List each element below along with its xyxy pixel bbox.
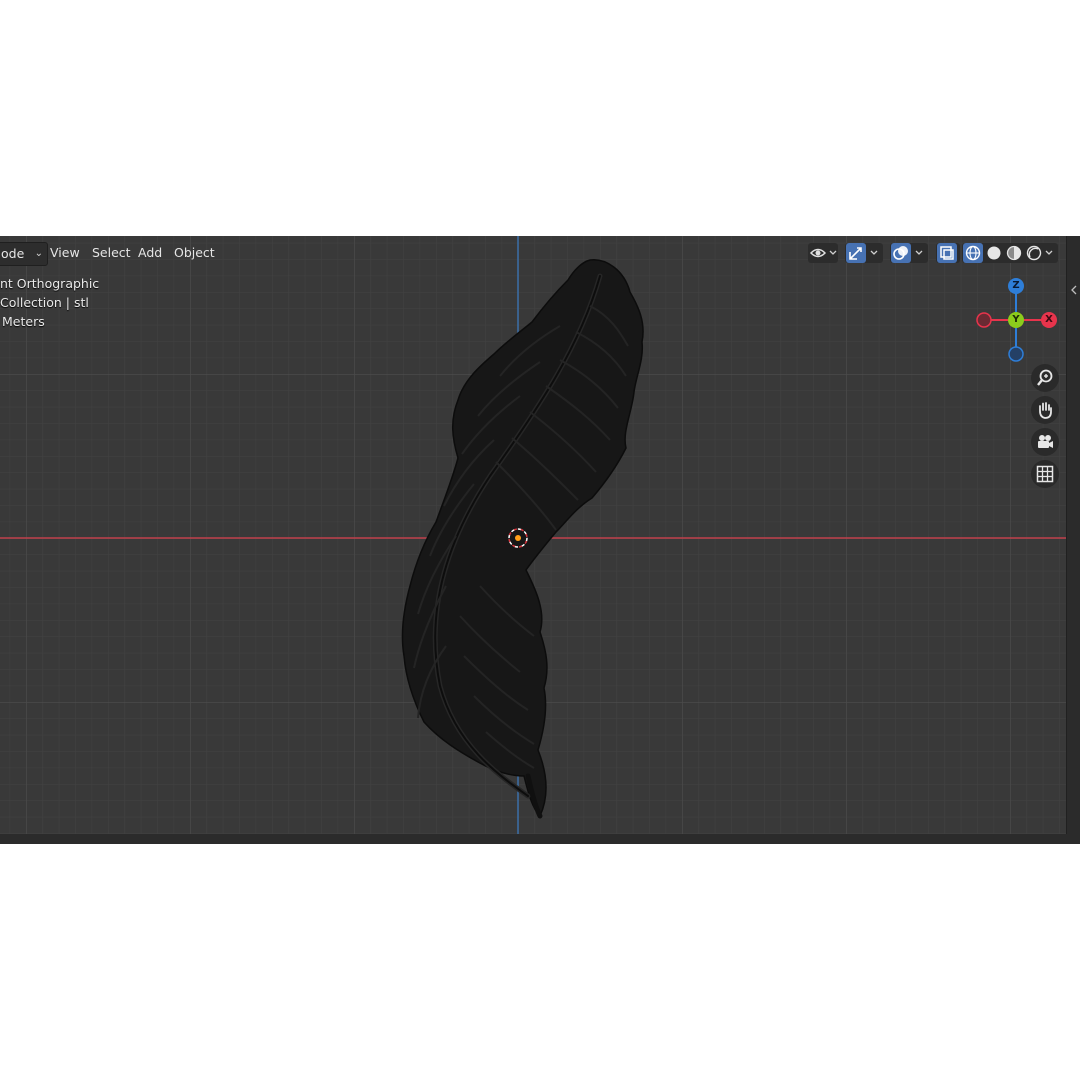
view-name-label: nt Orthographic (0, 276, 100, 291)
camera-icon (1038, 435, 1053, 448)
material-sphere-icon[interactable] (1004, 243, 1024, 263)
gizmo-x[interactable]: X (1041, 312, 1057, 328)
menu-add-label: Add (138, 245, 163, 260)
xray-icon (940, 246, 954, 260)
camera-view-button[interactable] (1031, 428, 1059, 456)
rendered-sphere-icon[interactable] (1024, 243, 1044, 263)
3d-viewport[interactable]: Z Y X ode ⌄ View Select Add Object nt Or… (0, 236, 1080, 844)
solid-sphere-icon[interactable] (984, 243, 1004, 263)
overlays-toggle-button[interactable] (891, 243, 911, 263)
viewport-header: ode ⌄ View Select Add Object (0, 236, 1080, 270)
units-label: Meters (2, 314, 45, 329)
transform-gizmo-icon (849, 247, 862, 260)
hand-pan-icon (1039, 402, 1052, 419)
pan-button[interactable] (1031, 396, 1059, 424)
menu-object[interactable]: Object (168, 242, 221, 264)
gizmo-neg-z (1008, 346, 1024, 362)
viewport-canvas[interactable] (0, 236, 1080, 844)
gizmo-x-label: X (1045, 314, 1053, 325)
perspective-toggle-button[interactable] (1031, 460, 1059, 488)
timeline-edge (0, 834, 1080, 844)
gizmo-toggle[interactable] (845, 243, 883, 263)
menu-view-label: View (50, 245, 80, 260)
gizmo-y-label: Y (1012, 314, 1020, 325)
collection-label: Collection | stl (0, 295, 89, 310)
chevron-down-icon (870, 250, 878, 255)
gizmo-toggle-button[interactable] (846, 243, 866, 263)
wireframe-sphere-icon (965, 245, 981, 261)
eye-icon (809, 248, 837, 258)
mode-label: ode (1, 246, 25, 261)
gizmo-y[interactable]: Y (1008, 312, 1024, 328)
chevron-down-icon: ⌄ (34, 248, 43, 259)
menu-object-label: Object (174, 245, 215, 260)
menu-add[interactable]: Add (132, 242, 168, 264)
gizmo-z-label: Z (1012, 280, 1020, 291)
menu-view[interactable]: View (44, 242, 86, 264)
overlays-toggle[interactable] (890, 243, 928, 263)
menu-select[interactable]: Select (86, 242, 137, 264)
chevron-left-icon[interactable] (1067, 280, 1080, 300)
zoom-icon (1037, 369, 1053, 386)
object-origin-dot (515, 535, 521, 541)
gizmo-neg-x (976, 312, 992, 328)
menu-select-label: Select (92, 245, 131, 260)
chevron-down-icon (915, 250, 923, 255)
grid-perspective-icon (1036, 465, 1054, 483)
visibility-dropdown[interactable] (808, 243, 838, 263)
xray-toggle[interactable] (936, 243, 960, 263)
gizmo-z[interactable]: Z (1008, 278, 1024, 294)
shading-wireframe-button[interactable] (963, 243, 983, 263)
mode-dropdown[interactable]: ode ⌄ (0, 242, 48, 266)
chevron-down-icon[interactable] (1044, 243, 1058, 263)
overlays-icon (893, 246, 908, 260)
sidebar-collapsed-edge[interactable] (1066, 236, 1080, 844)
zoom-button[interactable] (1031, 364, 1059, 392)
shading-modes (962, 243, 1058, 263)
